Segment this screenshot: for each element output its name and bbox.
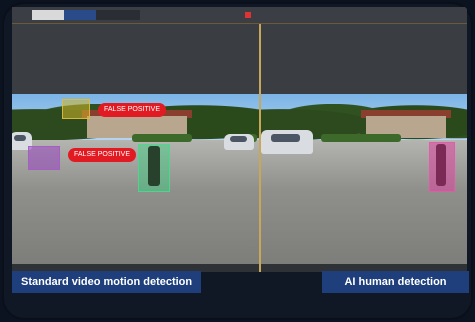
titlebar-tab-3[interactable] (96, 10, 140, 20)
parked-car (224, 134, 254, 150)
right-panel-top-band (261, 24, 467, 94)
ai-detection-caption: AI human detection (322, 271, 469, 293)
left-video-panel: FALSE POSITIVE FALSE POSITIVE (12, 94, 259, 264)
left-panel-top-band (12, 24, 259, 94)
hedge (132, 134, 192, 142)
close-icon[interactable] (245, 11, 251, 18)
titlebar-tab-1[interactable] (32, 10, 64, 20)
walking-person (436, 144, 446, 186)
standard-detection-caption: Standard video motion detection (12, 271, 202, 293)
false-positive-label: FALSE POSITIVE (98, 103, 167, 117)
motion-detection-box (28, 146, 60, 170)
walking-person (148, 146, 160, 186)
false-positive-label: FALSE POSITIVE (68, 148, 137, 162)
right-video-panel (261, 94, 467, 264)
motion-detection-box (62, 99, 90, 119)
titlebar-tab-2[interactable] (64, 10, 96, 20)
parked-car (261, 130, 313, 154)
viewer-titlebar (12, 7, 467, 24)
titlebar-center (242, 10, 254, 20)
video-frame: FALSE POSITIVE FALSE POSITIVE Standard v… (2, 2, 473, 320)
hedge (321, 134, 401, 142)
